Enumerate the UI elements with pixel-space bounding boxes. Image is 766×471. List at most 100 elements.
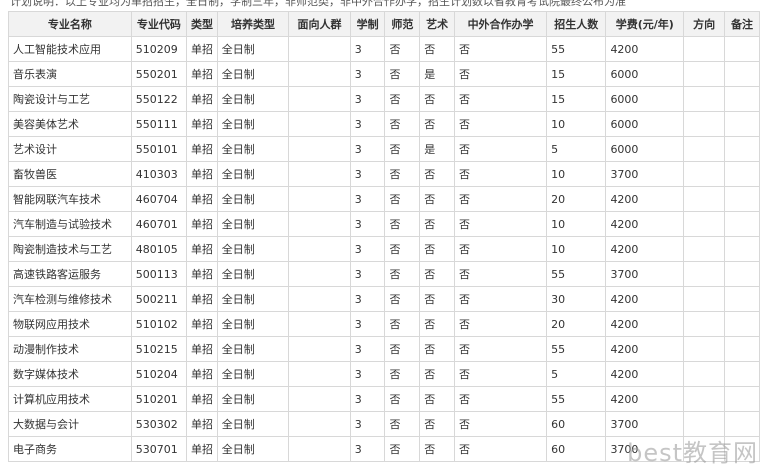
major-name-cell: 高速铁路客运服务 — [8, 261, 132, 287]
major-name-cell: 智能网联汽车技术 — [8, 186, 132, 212]
tuition-cell: 4200 — [605, 386, 685, 412]
direction-cell — [683, 111, 726, 137]
study-mode-cell: 全日制 — [216, 286, 290, 312]
duration-cell: 3 — [349, 261, 386, 287]
major-name-cell: 畜牧兽医 — [8, 161, 132, 187]
major-name-cell: 美容美体艺术 — [8, 111, 132, 137]
remark-cell — [724, 286, 760, 312]
quota-cell: 55 — [546, 261, 607, 287]
joint-program-cell: 否 — [454, 186, 548, 212]
duration-cell: 3 — [349, 211, 386, 237]
duration-cell: 3 — [349, 236, 386, 262]
remark-cell — [724, 111, 760, 137]
quota-cell: 10 — [546, 111, 607, 137]
enrollment-plan-table: 专业名称 专业代码 类型 培养类型 面向人群 学制 师范 艺术 中外合作办学 招… — [8, 11, 760, 462]
major-name-cell: 陶瓷设计与工艺 — [8, 86, 132, 112]
major-name-cell: 音乐表演 — [8, 61, 132, 87]
major-code-cell: 510209 — [130, 36, 188, 62]
quota-cell: 5 — [546, 361, 607, 387]
target-group-cell — [288, 161, 351, 187]
normal-cell: 否 — [384, 386, 421, 412]
type-cell: 单招 — [186, 36, 218, 62]
duration-cell: 3 — [349, 436, 386, 462]
major-code-cell: 410303 — [130, 161, 188, 187]
art-cell: 否 — [419, 436, 456, 462]
table-row: 美容美体艺术 550111 单招 全日制 3 否否否 10 6000 — [8, 111, 760, 137]
type-cell: 单招 — [186, 436, 218, 462]
major-code-cell: 550201 — [130, 61, 188, 87]
table-row: 人工智能技术应用 510209 单招 全日制 3 否否否 55 4200 — [8, 36, 760, 62]
major-name-cell: 数字媒体技术 — [8, 361, 132, 387]
joint-program-cell: 否 — [454, 236, 548, 262]
duration-cell: 3 — [349, 286, 386, 312]
duration-cell: 3 — [349, 111, 386, 137]
duration-cell: 3 — [349, 61, 386, 87]
target-group-cell — [288, 111, 351, 137]
study-mode-cell: 全日制 — [216, 386, 290, 412]
quota-cell: 15 — [546, 61, 607, 87]
table-row: 音乐表演 550201 单招 全日制 3 否是否 15 6000 — [8, 61, 760, 87]
column-header: 学费(元/年) — [605, 11, 685, 37]
type-cell: 单招 — [186, 161, 218, 187]
column-header: 备注 — [724, 11, 760, 37]
direction-cell — [683, 136, 726, 162]
direction-cell — [683, 36, 726, 62]
study-mode-cell: 全日制 — [216, 361, 290, 387]
art-cell: 否 — [419, 186, 456, 212]
major-name-cell: 陶瓷制造技术与工艺 — [8, 236, 132, 262]
remark-cell — [724, 236, 760, 262]
target-group-cell — [288, 286, 351, 312]
normal-cell: 否 — [384, 361, 421, 387]
major-code-cell: 510215 — [130, 336, 188, 362]
target-group-cell — [288, 86, 351, 112]
major-code-cell: 460704 — [130, 186, 188, 212]
major-name-cell: 汽车制造与试验技术 — [8, 211, 132, 237]
table-row: 陶瓷设计与工艺 550122 单招 全日制 3 否否否 15 6000 — [8, 86, 760, 112]
table-caption: 计划说明：以上专业均为单招招生，全日制，学制三年，非师范类，非中外合作办学，招生… — [10, 0, 626, 8]
study-mode-cell: 全日制 — [216, 261, 290, 287]
type-cell: 单招 — [186, 211, 218, 237]
major-code-cell: 530701 — [130, 436, 188, 462]
column-header: 学制 — [349, 11, 386, 37]
normal-cell: 否 — [384, 61, 421, 87]
major-code-cell: 550101 — [130, 136, 188, 162]
art-cell: 否 — [419, 36, 456, 62]
duration-cell: 3 — [349, 36, 386, 62]
type-cell: 单招 — [186, 411, 218, 437]
target-group-cell — [288, 361, 351, 387]
art-cell: 否 — [419, 361, 456, 387]
target-group-cell — [288, 186, 351, 212]
normal-cell: 否 — [384, 86, 421, 112]
remark-cell — [724, 361, 760, 387]
remark-cell — [724, 36, 760, 62]
joint-program-cell: 否 — [454, 61, 548, 87]
major-code-cell: 510204 — [130, 361, 188, 387]
direction-cell — [683, 286, 726, 312]
type-cell: 单招 — [186, 361, 218, 387]
joint-program-cell: 否 — [454, 436, 548, 462]
joint-program-cell: 否 — [454, 311, 548, 337]
remark-cell — [724, 336, 760, 362]
table-row: 艺术设计 550101 单招 全日制 3 否是否 5 6000 — [8, 136, 760, 162]
type-cell: 单招 — [186, 311, 218, 337]
column-header: 专业代码 — [130, 11, 188, 37]
type-cell: 单招 — [186, 336, 218, 362]
type-cell: 单招 — [186, 186, 218, 212]
major-name-cell: 电子商务 — [8, 436, 132, 462]
tuition-cell: 3700 — [605, 411, 685, 437]
target-group-cell — [288, 386, 351, 412]
target-group-cell — [288, 436, 351, 462]
study-mode-cell: 全日制 — [216, 236, 290, 262]
study-mode-cell: 全日制 — [216, 111, 290, 137]
art-cell: 否 — [419, 161, 456, 187]
direction-cell — [683, 86, 726, 112]
quota-cell: 10 — [546, 161, 607, 187]
joint-program-cell: 否 — [454, 261, 548, 287]
column-header: 专业名称 — [8, 11, 132, 37]
type-cell: 单招 — [186, 61, 218, 87]
major-code-cell: 500211 — [130, 286, 188, 312]
remark-cell — [724, 411, 760, 437]
remark-cell — [724, 61, 760, 87]
remark-cell — [724, 186, 760, 212]
tuition-cell: 4200 — [605, 211, 685, 237]
